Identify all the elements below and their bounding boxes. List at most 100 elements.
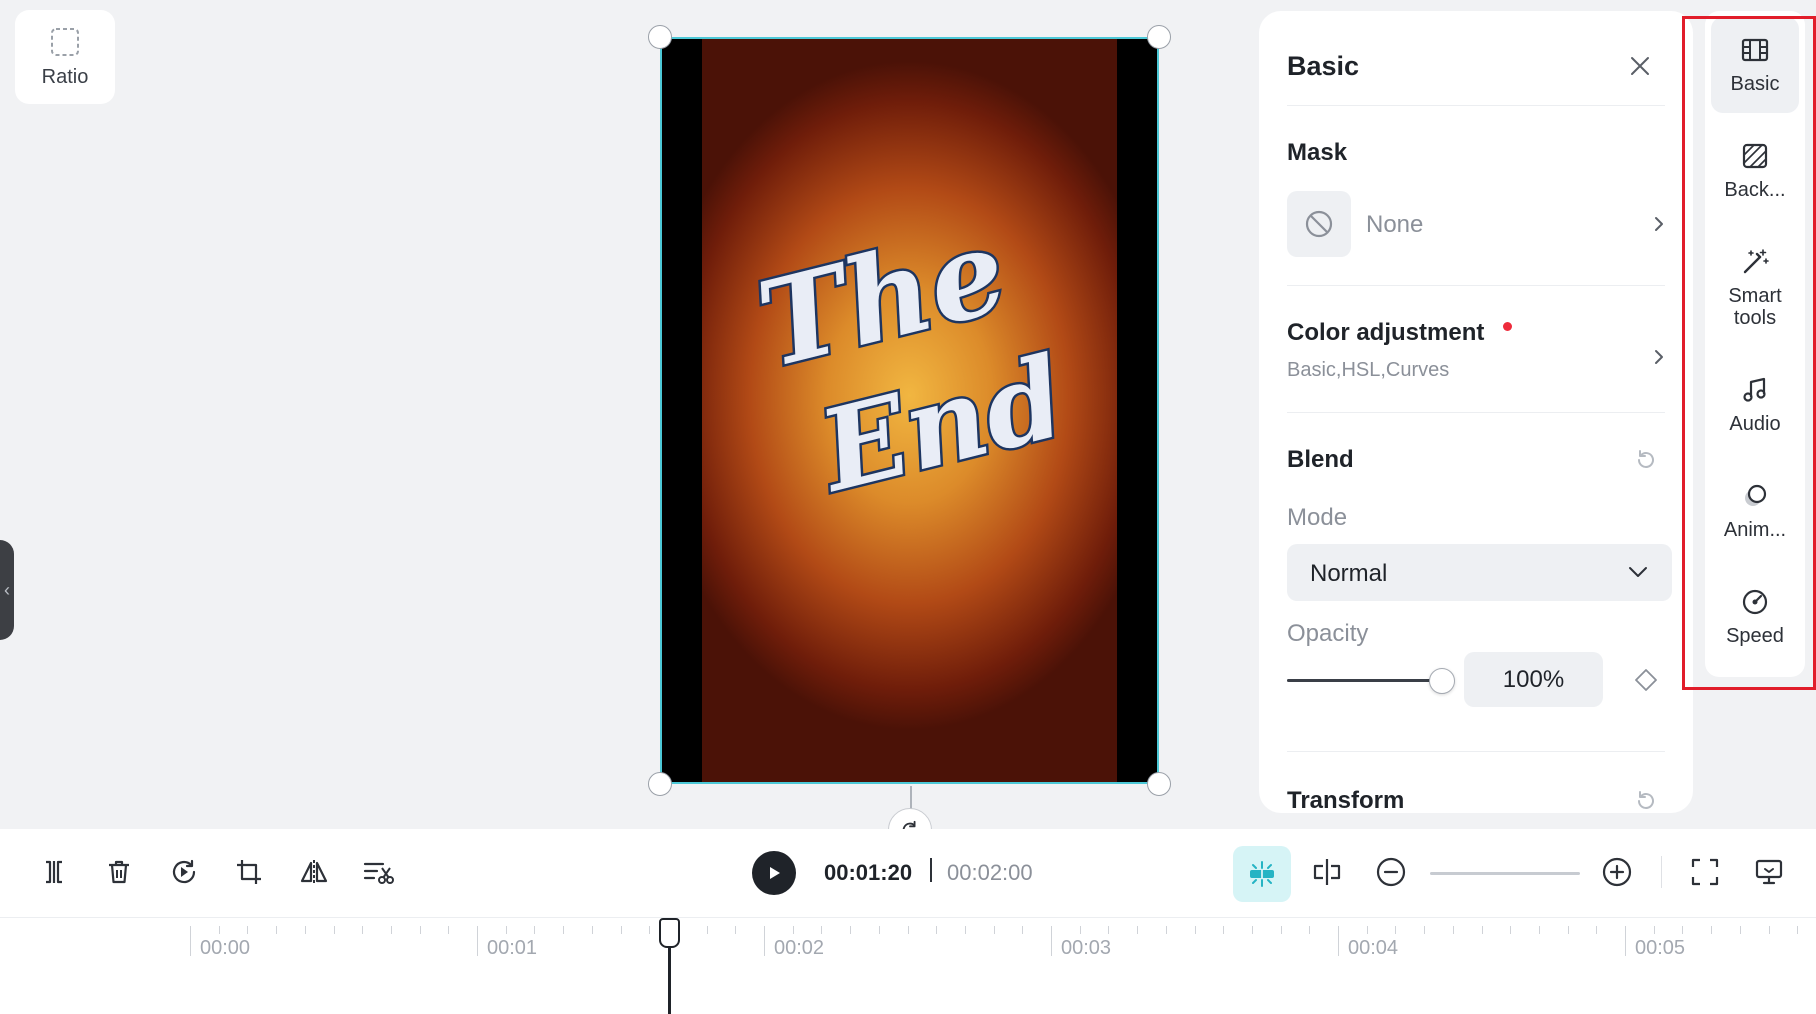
tool-animation[interactable]: Anim... <box>1711 463 1799 559</box>
zoom-out-button[interactable] <box>1373 854 1409 890</box>
mask-selector[interactable]: None <box>1287 191 1671 257</box>
opacity-slider-thumb[interactable] <box>1429 668 1455 694</box>
ruler-minor-tick <box>1567 926 1569 934</box>
trash-icon <box>109 860 129 884</box>
crop-button[interactable] <box>231 854 267 890</box>
ruler-minor-tick <box>1022 926 1024 934</box>
resize-handle-bottom-left[interactable] <box>648 772 672 796</box>
tool-animation-label: Anim... <box>1723 519 1787 541</box>
chevron-left-icon: ‹ <box>4 579 10 600</box>
video-frame-content: The End <box>702 39 1117 782</box>
fullscreen-icon <box>1691 858 1719 886</box>
ruler-minor-tick <box>1280 926 1282 934</box>
close-icon <box>1631 57 1649 75</box>
tool-speed-label: Speed <box>1726 625 1784 647</box>
snap-icon <box>1250 861 1274 887</box>
reset-icon <box>1638 450 1654 468</box>
tool-basic[interactable]: Basic <box>1711 17 1799 113</box>
ruler-minor-tick <box>1108 926 1110 934</box>
ruler-minor-tick <box>591 926 593 934</box>
fullscreen-button[interactable] <box>1687 854 1723 890</box>
ruler-minor-tick <box>1395 926 1397 934</box>
resize-handle-bottom-right[interactable] <box>1147 772 1171 796</box>
delete-button[interactable] <box>101 854 137 890</box>
play-icon <box>770 867 780 879</box>
zoom-out-icon <box>1376 857 1406 887</box>
opacity-keyframe-button[interactable] <box>1633 667 1659 693</box>
ruler-minor-tick <box>907 926 909 934</box>
ruler-minor-tick <box>1137 926 1139 934</box>
ruler-major-tick <box>1625 926 1626 956</box>
preview-quality-button[interactable] <box>1751 854 1787 890</box>
ruler-minor-tick <box>218 926 220 934</box>
chevron-down-icon <box>1629 567 1647 577</box>
ruler-minor-tick <box>1510 926 1512 934</box>
ruler-minor-tick <box>563 926 565 934</box>
timeline-ruler[interactable]: 00:00 00:01 00:02 00:03 00:04 00:05 <box>0 917 1816 1014</box>
auto-caption-button[interactable] <box>361 854 397 890</box>
mirror-icon <box>300 860 328 884</box>
tool-basic-label: Basic <box>1730 73 1780 95</box>
zoom-in-button[interactable] <box>1599 854 1635 890</box>
ruler-minor-tick <box>649 926 651 934</box>
editor-toolbar: 00:01:20 00:02:00 <box>0 829 1816 917</box>
tool-background[interactable]: Back... <box>1711 123 1799 219</box>
ruler-minor-tick <box>333 926 335 934</box>
left-panel-toggle[interactable]: ‹ <box>0 540 14 640</box>
speed-icon <box>1742 589 1768 615</box>
mask-none-thumbnail <box>1287 191 1351 257</box>
ruler-minor-tick <box>362 926 364 934</box>
ruler-major-tick <box>477 926 478 956</box>
ruler-minor-tick <box>1165 926 1167 934</box>
ruler-minor-tick <box>706 926 708 934</box>
opacity-slider-track[interactable] <box>1287 679 1442 682</box>
replay-icon <box>172 859 196 884</box>
split-icon <box>46 860 62 884</box>
ruler-minor-tick <box>821 926 823 934</box>
opacity-slider-fill <box>1287 679 1442 682</box>
tool-smart-tools[interactable]: Smart tools <box>1711 229 1799 347</box>
tool-audio[interactable]: Audio <box>1711 357 1799 453</box>
mirror-button[interactable] <box>296 854 332 890</box>
play-button[interactable] <box>752 851 796 895</box>
playhead-line <box>668 938 671 1014</box>
tool-speed[interactable]: Speed <box>1711 569 1799 665</box>
magnet-snap-button[interactable] <box>1233 846 1291 902</box>
basic-settings-panel: Basic Mask None Color adjustment Basic,H… <box>1259 11 1693 813</box>
close-panel-button[interactable] <box>1625 51 1655 81</box>
ruler-minor-tick <box>1682 926 1684 934</box>
caption-edit-icon <box>363 862 394 884</box>
blend-reset-button[interactable] <box>1633 447 1659 473</box>
blend-mode-select[interactable]: Normal <box>1287 544 1672 601</box>
split-button[interactable] <box>36 854 72 890</box>
transform-reset-button[interactable] <box>1633 788 1659 813</box>
replay-button[interactable] <box>166 854 202 890</box>
divider <box>1287 105 1665 106</box>
zoom-slider[interactable] <box>1430 872 1580 875</box>
ruler-minor-tick <box>390 926 392 934</box>
ratio-label: Ratio <box>41 65 89 88</box>
split-track-icon <box>1313 859 1341 885</box>
tool-smart-tools-label: Smart tools <box>1728 285 1782 329</box>
playhead-handle[interactable] <box>659 918 680 948</box>
ruler-minor-tick <box>1711 926 1713 934</box>
ratio-button[interactable]: Ratio <box>15 10 115 104</box>
transform-section-title: Transform <box>1287 787 1405 813</box>
blend-section-title: Blend <box>1287 446 1354 473</box>
mode-label: Mode <box>1287 504 1348 531</box>
video-preview[interactable]: The End <box>660 37 1159 784</box>
ruler-minor-tick <box>1481 926 1483 934</box>
resize-handle-top-left[interactable] <box>648 25 672 49</box>
ruler-minor-tick <box>534 926 536 934</box>
aspect-ratio-icon <box>51 27 79 56</box>
chevron-right-icon <box>1647 212 1671 236</box>
split-track-button[interactable] <box>1309 854 1345 890</box>
ruler-tick-label: 00:04 <box>1348 937 1399 959</box>
opacity-label: Opacity <box>1287 620 1369 647</box>
opacity-input[interactable]: 100% <box>1464 652 1603 707</box>
color-adjustment-row[interactable]: Color adjustment Basic,HSL,Curves <box>1287 311 1671 403</box>
ruler-minor-tick <box>304 926 306 934</box>
time-separator <box>930 858 932 882</box>
resize-handle-top-right[interactable] <box>1147 25 1171 49</box>
ruler-minor-tick <box>276 926 278 934</box>
